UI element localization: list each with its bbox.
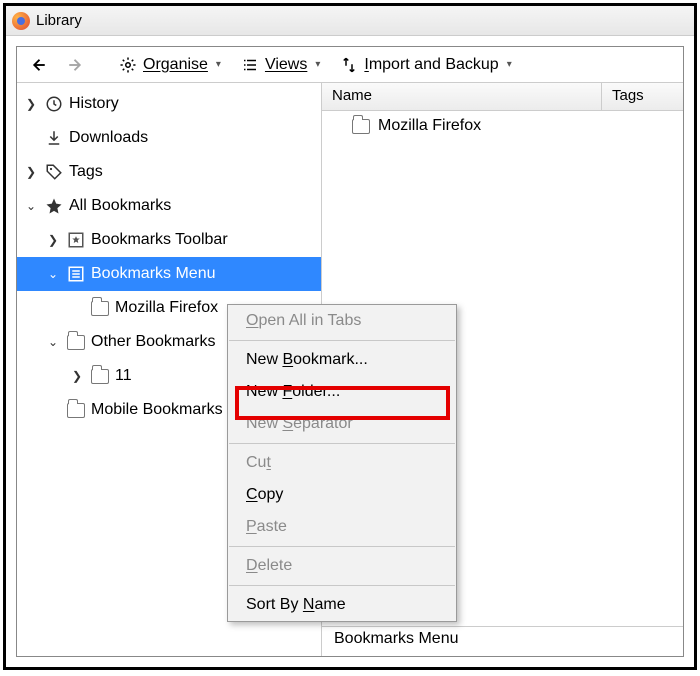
ctx-copy[interactable]: Copy (228, 479, 456, 511)
import-export-icon (340, 56, 358, 74)
organise-label: Organise (143, 56, 208, 73)
title-bar: Library (6, 6, 694, 36)
star-icon (45, 197, 63, 215)
gear-icon (119, 56, 137, 74)
expand-icon[interactable]: ❯ (23, 165, 39, 179)
tree-history[interactable]: ❯ History (17, 87, 321, 121)
folder-icon (67, 401, 85, 419)
tree-bookmarks-toolbar[interactable]: ❯ Bookmarks Toolbar (17, 223, 321, 257)
caret-icon: ▾ (216, 59, 221, 70)
collapse-icon[interactable]: ⌄ (45, 267, 61, 281)
download-icon (45, 129, 63, 147)
views-menu[interactable]: Views ▾ (233, 53, 328, 77)
views-label: Views (265, 56, 307, 73)
folder-icon (91, 367, 109, 385)
tree-label: Downloads (69, 129, 148, 147)
tree-label: Bookmarks Toolbar (91, 231, 228, 249)
forward-button[interactable] (59, 53, 93, 77)
ctx-delete[interactable]: Delete (228, 550, 456, 582)
status-bar: Bookmarks Menu (322, 626, 683, 656)
list-item-label: Mozilla Firefox (378, 117, 481, 135)
collapse-icon[interactable]: ⌄ (45, 335, 61, 349)
import-label: mport and Backup (369, 56, 499, 73)
collapse-icon[interactable]: ⌄ (23, 199, 39, 213)
caret-icon: ▾ (315, 59, 320, 70)
list-item[interactable]: Mozilla Firefox (322, 111, 683, 141)
separator (229, 340, 455, 341)
callout-highlight (235, 386, 450, 420)
list-icon (241, 56, 259, 74)
expand-icon[interactable]: ❯ (45, 233, 61, 247)
tree-label: Mobile Bookmarks (91, 401, 223, 419)
ctx-paste[interactable]: Paste (228, 511, 456, 543)
tree-bookmarks-menu[interactable]: ⌄ Bookmarks Menu (17, 257, 321, 291)
tag-icon (45, 163, 63, 181)
tree-tags[interactable]: ❯ Tags (17, 155, 321, 189)
context-menu: Open All in Tabs New Bookmark... New Fol… (227, 304, 457, 622)
folder-icon (67, 333, 85, 351)
column-name[interactable]: Name (322, 83, 602, 110)
tree-downloads[interactable]: Downloads (17, 121, 321, 155)
tree-label: Mozilla Firefox (115, 299, 218, 317)
separator (229, 585, 455, 586)
caret-icon: ▾ (507, 59, 512, 70)
status-text: Bookmarks Menu (334, 630, 459, 647)
tree-label: Tags (69, 163, 103, 181)
clock-icon (45, 95, 63, 113)
organise-menu[interactable]: Organise ▾ (111, 53, 229, 77)
ctx-cut[interactable]: Cut (228, 447, 456, 479)
ctx-sort[interactable]: Sort By Name (228, 589, 456, 621)
folder-icon (91, 299, 109, 317)
column-tags[interactable]: Tags (602, 83, 683, 110)
star-box-icon (67, 231, 85, 249)
separator (229, 443, 455, 444)
tree-label: History (69, 95, 119, 113)
expand-icon[interactable]: ❯ (69, 369, 85, 383)
window-title: Library (36, 12, 82, 29)
firefox-icon (12, 12, 30, 30)
back-arrow-icon (29, 56, 47, 74)
forward-arrow-icon (67, 56, 85, 74)
tree-label: All Bookmarks (69, 197, 171, 215)
column-headers[interactable]: Name Tags (322, 83, 683, 111)
ctx-open-all[interactable]: Open All in Tabs (228, 305, 456, 337)
separator (229, 546, 455, 547)
tree-label: 11 (115, 367, 132, 385)
ctx-new-bookmark[interactable]: New Bookmark... (228, 344, 456, 376)
import-backup-menu[interactable]: Import and Backup▾ (332, 53, 519, 77)
expand-icon[interactable]: ❯ (23, 97, 39, 111)
tree-label: Other Bookmarks (91, 333, 215, 351)
toolbar: Organise▾ Views▾ Import and Backup▾ (17, 47, 683, 83)
bookmark-list-icon (67, 265, 85, 283)
back-button[interactable] (21, 53, 55, 77)
tree-all-bookmarks[interactable]: ⌄ All Bookmarks (17, 189, 321, 223)
tree-label: Bookmarks Menu (91, 265, 216, 283)
folder-icon (352, 117, 370, 135)
